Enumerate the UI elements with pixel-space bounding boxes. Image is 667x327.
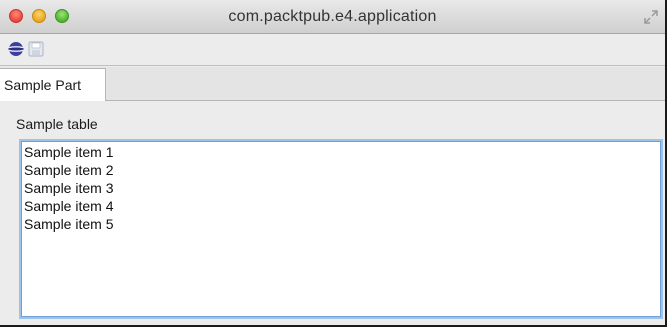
main-toolbar: [0, 34, 665, 66]
list-item[interactable]: Sample item 1: [24, 143, 661, 161]
title-bar[interactable]: com.packtpub.e4.application: [0, 0, 665, 34]
part-tab-strip: Sample Part: [0, 67, 665, 101]
list-item[interactable]: Sample item 4: [24, 197, 661, 215]
e4-icon[interactable]: [7, 40, 25, 58]
save-icon[interactable]: [27, 40, 45, 58]
fullscreen-icon[interactable]: [643, 9, 659, 25]
application-window: com.packtpub.e4.application Sample Part …: [0, 0, 667, 327]
list-item[interactable]: Sample item 3: [24, 179, 661, 197]
sample-table[interactable]: Sample item 1 Sample item 2 Sample item …: [19, 139, 663, 319]
sample-part-content: Sample table Sample item 1 Sample item 2…: [0, 101, 665, 325]
list-item[interactable]: Sample item 5: [24, 215, 661, 233]
table-label: Sample table: [16, 116, 98, 132]
window-title: com.packtpub.e4.application: [228, 8, 437, 25]
tab-sample-part[interactable]: Sample Part: [0, 68, 106, 101]
list-item[interactable]: Sample item 2: [24, 161, 661, 179]
